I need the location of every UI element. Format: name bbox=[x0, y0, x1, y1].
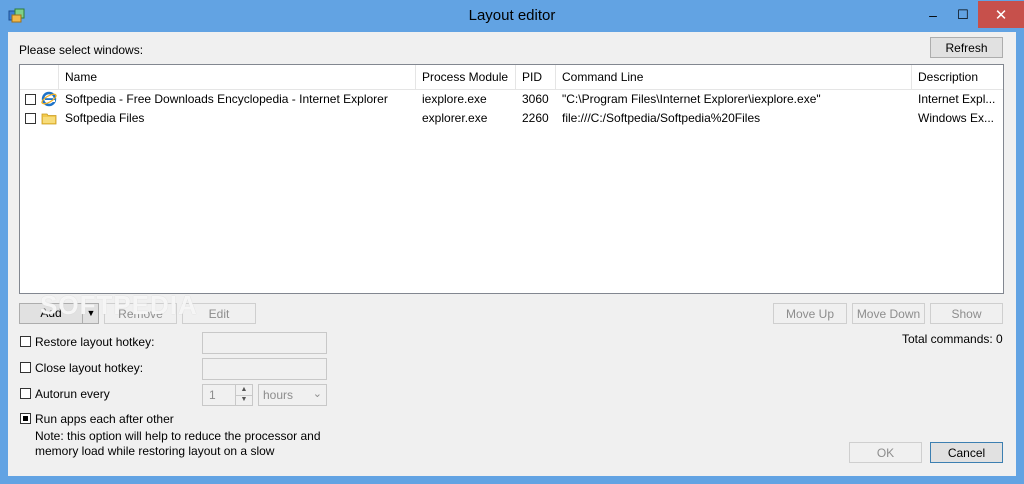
close-hotkey-checkbox[interactable] bbox=[20, 362, 31, 373]
move-down-button[interactable]: Move Down bbox=[852, 303, 925, 324]
window-title: Layout editor bbox=[468, 7, 556, 24]
run-apps-label: Run apps each after other bbox=[35, 412, 174, 426]
cancel-button[interactable]: Cancel bbox=[930, 442, 1003, 463]
dialog-body: Please select windows: Refresh Name Proc… bbox=[8, 32, 1016, 476]
minimize-icon: – bbox=[929, 6, 937, 23]
row-command-line: file:///C:/Softpedia/Softpedia%20Files bbox=[562, 111, 761, 125]
column-header-pid[interactable]: PID bbox=[516, 65, 556, 89]
show-button[interactable]: Show bbox=[930, 303, 1003, 324]
row-process-module: explorer.exe bbox=[422, 111, 488, 125]
minimize-button[interactable]: – bbox=[918, 1, 948, 28]
internet-explorer-icon bbox=[41, 91, 57, 107]
column-header-description[interactable]: Description bbox=[912, 65, 1003, 89]
column-header-name[interactable]: Name bbox=[59, 65, 416, 89]
autorun-unit-value: hours bbox=[263, 388, 294, 402]
softpedia-watermark: SOFTPEDIA bbox=[40, 290, 198, 320]
list-header: Name Process Module PID Command Line Des… bbox=[20, 65, 1003, 90]
column-header-process-module[interactable]: Process Module bbox=[416, 65, 516, 89]
close-hotkey-label: Close layout hotkey: bbox=[35, 361, 144, 375]
run-apps-note-line1: Note: this option will help to reduce th… bbox=[35, 429, 321, 443]
row-name: Softpedia - Free Downloads Encyclopedia … bbox=[65, 92, 388, 106]
select-windows-label: Please select windows: bbox=[19, 43, 144, 57]
stepper-down-icon[interactable]: ▼ bbox=[236, 395, 252, 405]
folder-icon bbox=[41, 110, 57, 126]
row-pid: 3060 bbox=[522, 92, 549, 106]
layout-editor-window: Layout editor – ☐ ✕ Please select window… bbox=[0, 0, 1024, 484]
row-process-module: iexplore.exe bbox=[422, 92, 487, 106]
row-checkbox[interactable] bbox=[25, 94, 36, 105]
move-up-button[interactable]: Move Up bbox=[773, 303, 847, 324]
autorun-interval-stepper[interactable]: 1 ▲ ▼ bbox=[202, 384, 253, 406]
row-pid: 2260 bbox=[522, 111, 549, 125]
row-name: Softpedia Files bbox=[65, 111, 145, 125]
restore-hotkey-label: Restore layout hotkey: bbox=[35, 335, 155, 349]
autorun-checkbox[interactable] bbox=[20, 388, 31, 399]
table-row[interactable]: Softpedia - Free Downloads Encyclopedia … bbox=[20, 90, 1003, 109]
ok-button[interactable]: OK bbox=[849, 442, 922, 463]
windows-list[interactable]: Name Process Module PID Command Line Des… bbox=[19, 64, 1004, 294]
chevron-down-icon: ⌄ bbox=[312, 388, 322, 400]
column-header-command-line[interactable]: Command Line bbox=[556, 65, 912, 89]
autorun-label: Autorun every bbox=[35, 387, 110, 401]
row-description: Windows Ex... bbox=[918, 111, 995, 125]
close-hotkey-field[interactable] bbox=[202, 358, 327, 380]
stepper-buttons: ▲ ▼ bbox=[235, 385, 252, 405]
autorun-interval-value: 1 bbox=[209, 388, 216, 402]
restore-hotkey-checkbox[interactable] bbox=[20, 336, 31, 347]
run-apps-note-line2: memory load while restoring layout on a … bbox=[35, 444, 275, 458]
close-button[interactable]: ✕ bbox=[978, 1, 1024, 28]
column-header-check bbox=[20, 65, 59, 89]
total-commands-label: Total commands: 0 bbox=[902, 332, 1003, 346]
row-checkbox[interactable] bbox=[25, 113, 36, 124]
maximize-button[interactable]: ☐ bbox=[948, 1, 978, 28]
autorun-unit-select[interactable]: hours ⌄ bbox=[258, 384, 327, 406]
close-icon: ✕ bbox=[994, 6, 1008, 24]
title-bar[interactable]: Layout editor – ☐ ✕ bbox=[0, 0, 1024, 32]
refresh-button[interactable]: Refresh bbox=[930, 37, 1003, 58]
maximize-icon: ☐ bbox=[957, 6, 969, 22]
row-description: Internet Expl... bbox=[918, 92, 996, 106]
row-command-line: "C:\Program Files\Internet Explorer\iexp… bbox=[562, 92, 821, 106]
restore-hotkey-field[interactable] bbox=[202, 332, 327, 354]
table-row[interactable]: Softpedia Files explorer.exe 2260 file:/… bbox=[20, 109, 1003, 128]
run-apps-checkbox[interactable] bbox=[20, 413, 31, 424]
